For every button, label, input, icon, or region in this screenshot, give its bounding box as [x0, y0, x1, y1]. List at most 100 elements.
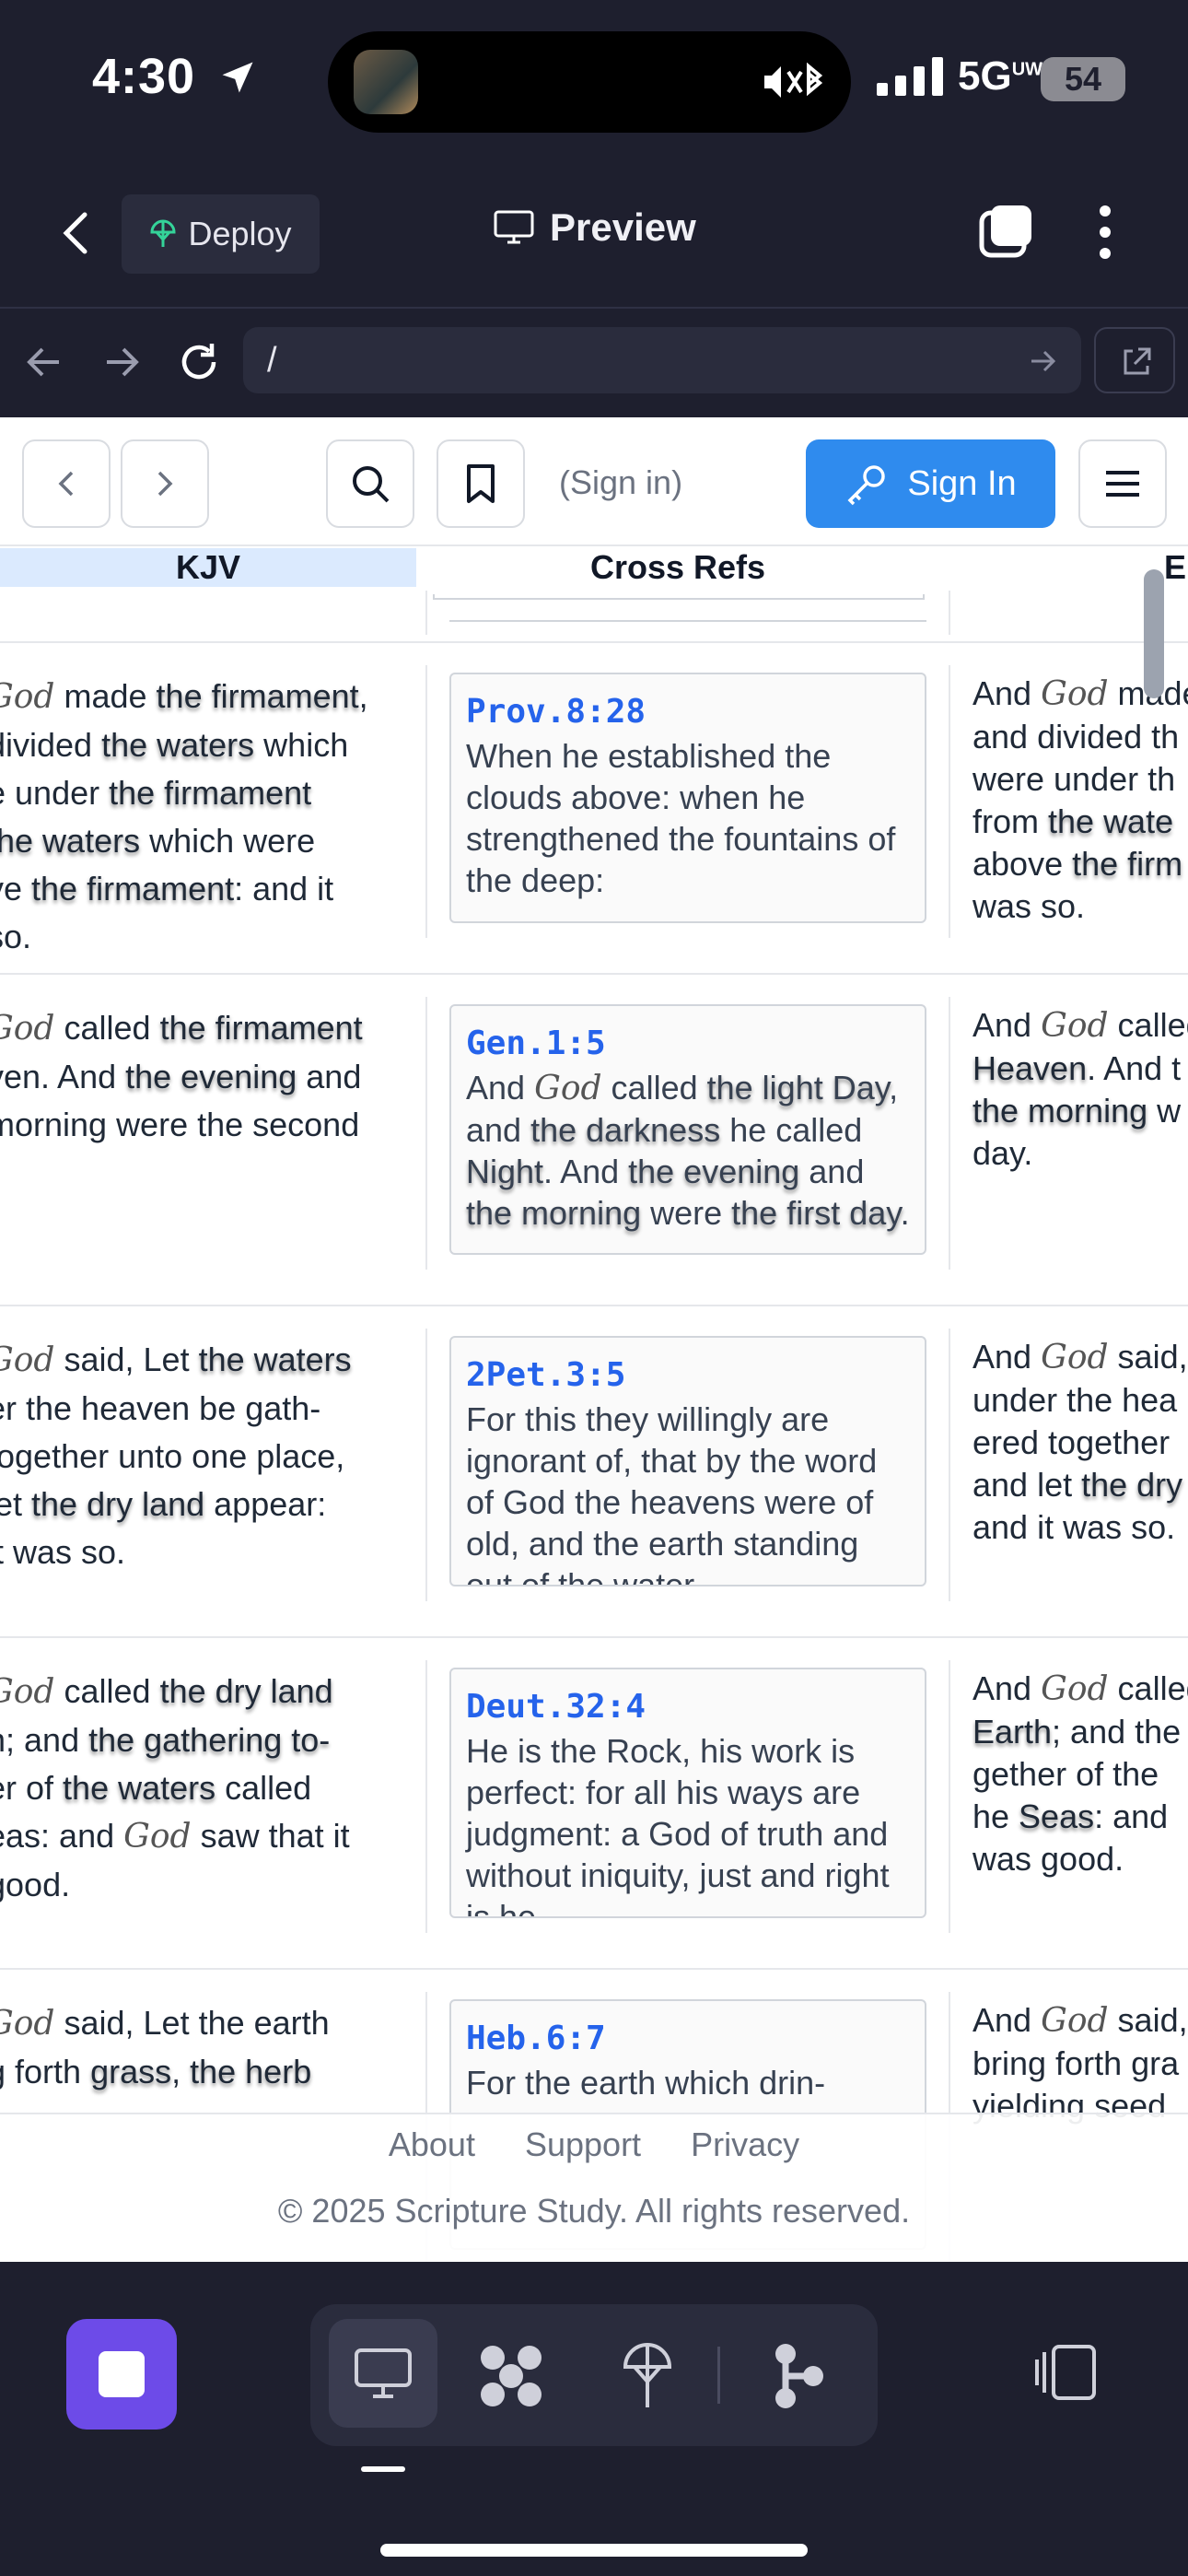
- cross-ref-text: For the earth which drin-: [466, 2064, 826, 2102]
- kjv-line: morning were the second: [0, 1106, 360, 1143]
- divider: [717, 2347, 720, 2404]
- open-external-button[interactable]: [1094, 327, 1175, 393]
- esv-line: was so.: [973, 887, 1086, 925]
- site-navbar: (Sign in) Sign In: [0, 417, 1188, 546]
- cross-ref-card-bottom: [433, 594, 925, 600]
- cross-ref-link[interactable]: Deut.32:4: [466, 1684, 910, 1730]
- scrollbar[interactable]: [1144, 569, 1164, 698]
- kjv-verse-text: God made the firmament, divided the water…: [0, 673, 402, 961]
- tabs-icon[interactable]: [978, 202, 1035, 259]
- reload-icon[interactable]: [177, 340, 221, 384]
- browser-back-icon[interactable]: [26, 345, 63, 379]
- esv-line: he Seas: and: [973, 1797, 1169, 1835]
- browser-forward-icon[interactable]: [103, 345, 140, 379]
- bottom-toolbar: [0, 2262, 1188, 2576]
- home-indicator: [380, 2544, 808, 2557]
- kjv-line: it was so.: [0, 1533, 126, 1571]
- go-arrow-icon[interactable]: [1030, 349, 1057, 373]
- deploy-icon[interactable]: [620, 2339, 675, 2413]
- esv-line: and let the dry: [973, 1466, 1183, 1504]
- kjv-line: er of the waters called: [0, 1769, 312, 1807]
- monitor-icon: [494, 210, 534, 244]
- bookmark-icon: [467, 464, 495, 503]
- column-divider: [425, 1329, 427, 1601]
- esv-line: under the hea: [973, 1381, 1178, 1419]
- kjv-column-header: KJV: [0, 548, 416, 587]
- cross-ref-link[interactable]: Gen.1:5: [466, 1021, 910, 1067]
- sign-in-button[interactable]: Sign In: [806, 439, 1055, 528]
- kjv-line: so.: [0, 918, 32, 955]
- split-view-icon[interactable]: [1033, 2343, 1098, 2402]
- esv-verse-text: And God said, bring forth gra yielding see…: [973, 1999, 1188, 2127]
- kjv-line: the waters which were: [0, 822, 316, 860]
- cross-ref-text: He is the Rock, his work is perfect: for…: [466, 1732, 890, 1918]
- footer-copyright: © 2025 Scripture Study. All rights reser…: [277, 2192, 911, 2230]
- footer-support-link[interactable]: Support: [525, 2125, 641, 2163]
- esv-line: above the firm: [973, 845, 1183, 883]
- kjv-line: God called the firmament: [0, 1009, 363, 1048]
- kjv-verse-text: God said, Let the earth g forth grass, th…: [0, 1999, 402, 2096]
- column-divider: [949, 997, 950, 1270]
- search-icon: [353, 466, 390, 503]
- esv-line: And God said,: [973, 1338, 1188, 1376]
- kjv-verse-text: God called the dry land h; and the gather…: [0, 1668, 402, 1909]
- monitor-icon: [355, 2348, 412, 2398]
- bookmark-button[interactable]: [437, 439, 525, 528]
- prev-chapter-button[interactable]: [22, 439, 111, 528]
- packages-icon[interactable]: [476, 2341, 546, 2411]
- location-arrow-icon: [222, 62, 253, 93]
- preview-title: Preview: [493, 205, 696, 250]
- url-input[interactable]: /: [243, 327, 1081, 393]
- next-chapter-button[interactable]: [121, 439, 209, 528]
- stop-button[interactable]: [66, 2319, 177, 2430]
- esv-line: the morning w: [973, 1092, 1182, 1130]
- cross-ref-card[interactable]: 2Pet.3:5 For this they willingly are igno…: [449, 1336, 926, 1587]
- column-divider: [425, 997, 427, 1270]
- esv-verse-text: And God said, under the hea ered together a…: [973, 1336, 1188, 1549]
- cross-ref-link[interactable]: Heb.6:7: [466, 2016, 910, 2062]
- esv-line: were under th: [973, 760, 1176, 798]
- esv-line: Earth; and the: [973, 1713, 1182, 1751]
- kjv-line: together unto one place,: [0, 1437, 345, 1475]
- esv-line: day.: [973, 1134, 1033, 1172]
- footer-privacy-link[interactable]: Privacy: [691, 2125, 799, 2163]
- divider: [449, 620, 926, 622]
- kjv-line: let the dry land appear:: [0, 1485, 327, 1523]
- cross-ref-card[interactable]: Gen.1:5 And God called the light Day, and…: [449, 1004, 926, 1255]
- cross-ref-text: For this they willingly are ignorant of,…: [466, 1400, 878, 1587]
- kjv-line: ven. And the evening and: [0, 1058, 362, 1095]
- esv-line: bring forth gra: [973, 2044, 1180, 2082]
- menu-button[interactable]: [1078, 439, 1167, 528]
- esv-line: And God said,: [973, 2001, 1188, 2040]
- esv-verse-text: And God madeand divided thwere under thf…: [973, 673, 1188, 928]
- more-vertical-icon[interactable]: [1094, 204, 1116, 261]
- column-divider: [949, 1660, 950, 1933]
- esv-verse-text: And God called Earth; and the gether of th…: [973, 1668, 1188, 1880]
- verse-row: God made the firmament, divided the water…: [0, 641, 1188, 973]
- search-button[interactable]: [326, 439, 414, 528]
- kjv-line: God said, Let the waters: [0, 1341, 352, 1379]
- active-tab-indicator: [361, 2466, 405, 2472]
- footer-about-link[interactable]: About: [389, 2125, 475, 2163]
- cross-ref-card[interactable]: Deut.32:4 He is the Rock, his work is per…: [449, 1668, 926, 1918]
- site-footer: About Support Privacy © 2025 Scripture S…: [0, 2113, 1188, 2262]
- status-bar: 4:30 5GUW 54: [0, 0, 1188, 161]
- deploy-icon: [150, 219, 176, 247]
- deploy-button[interactable]: Deploy: [122, 194, 320, 274]
- kjv-verse-text: God called the firmament ven. And the eve…: [0, 1004, 402, 1149]
- preview-label: Preview: [550, 205, 696, 249]
- esv-line: Heaven. And t: [973, 1049, 1182, 1087]
- cross-ref-card[interactable]: Prov.8:28 When he established the clouds …: [449, 673, 926, 923]
- desktop-view-button[interactable]: [329, 2319, 437, 2428]
- cross-ref-link[interactable]: Prov.8:28: [466, 689, 910, 735]
- tool-switcher: [310, 2304, 878, 2446]
- column-divider: [949, 1329, 950, 1601]
- chevron-left-icon: [58, 471, 74, 497]
- back-chevron-icon[interactable]: [59, 209, 92, 257]
- esv-line: and divided th: [973, 718, 1180, 755]
- verse-row: God called the firmament ven. And the eve…: [0, 973, 1188, 1305]
- cross-ref-link[interactable]: 2Pet.3:5: [466, 1352, 910, 1399]
- esv-line: and it was so.: [973, 1508, 1176, 1546]
- git-branch-icon[interactable]: [771, 2341, 826, 2411]
- url-path: /: [267, 341, 277, 380]
